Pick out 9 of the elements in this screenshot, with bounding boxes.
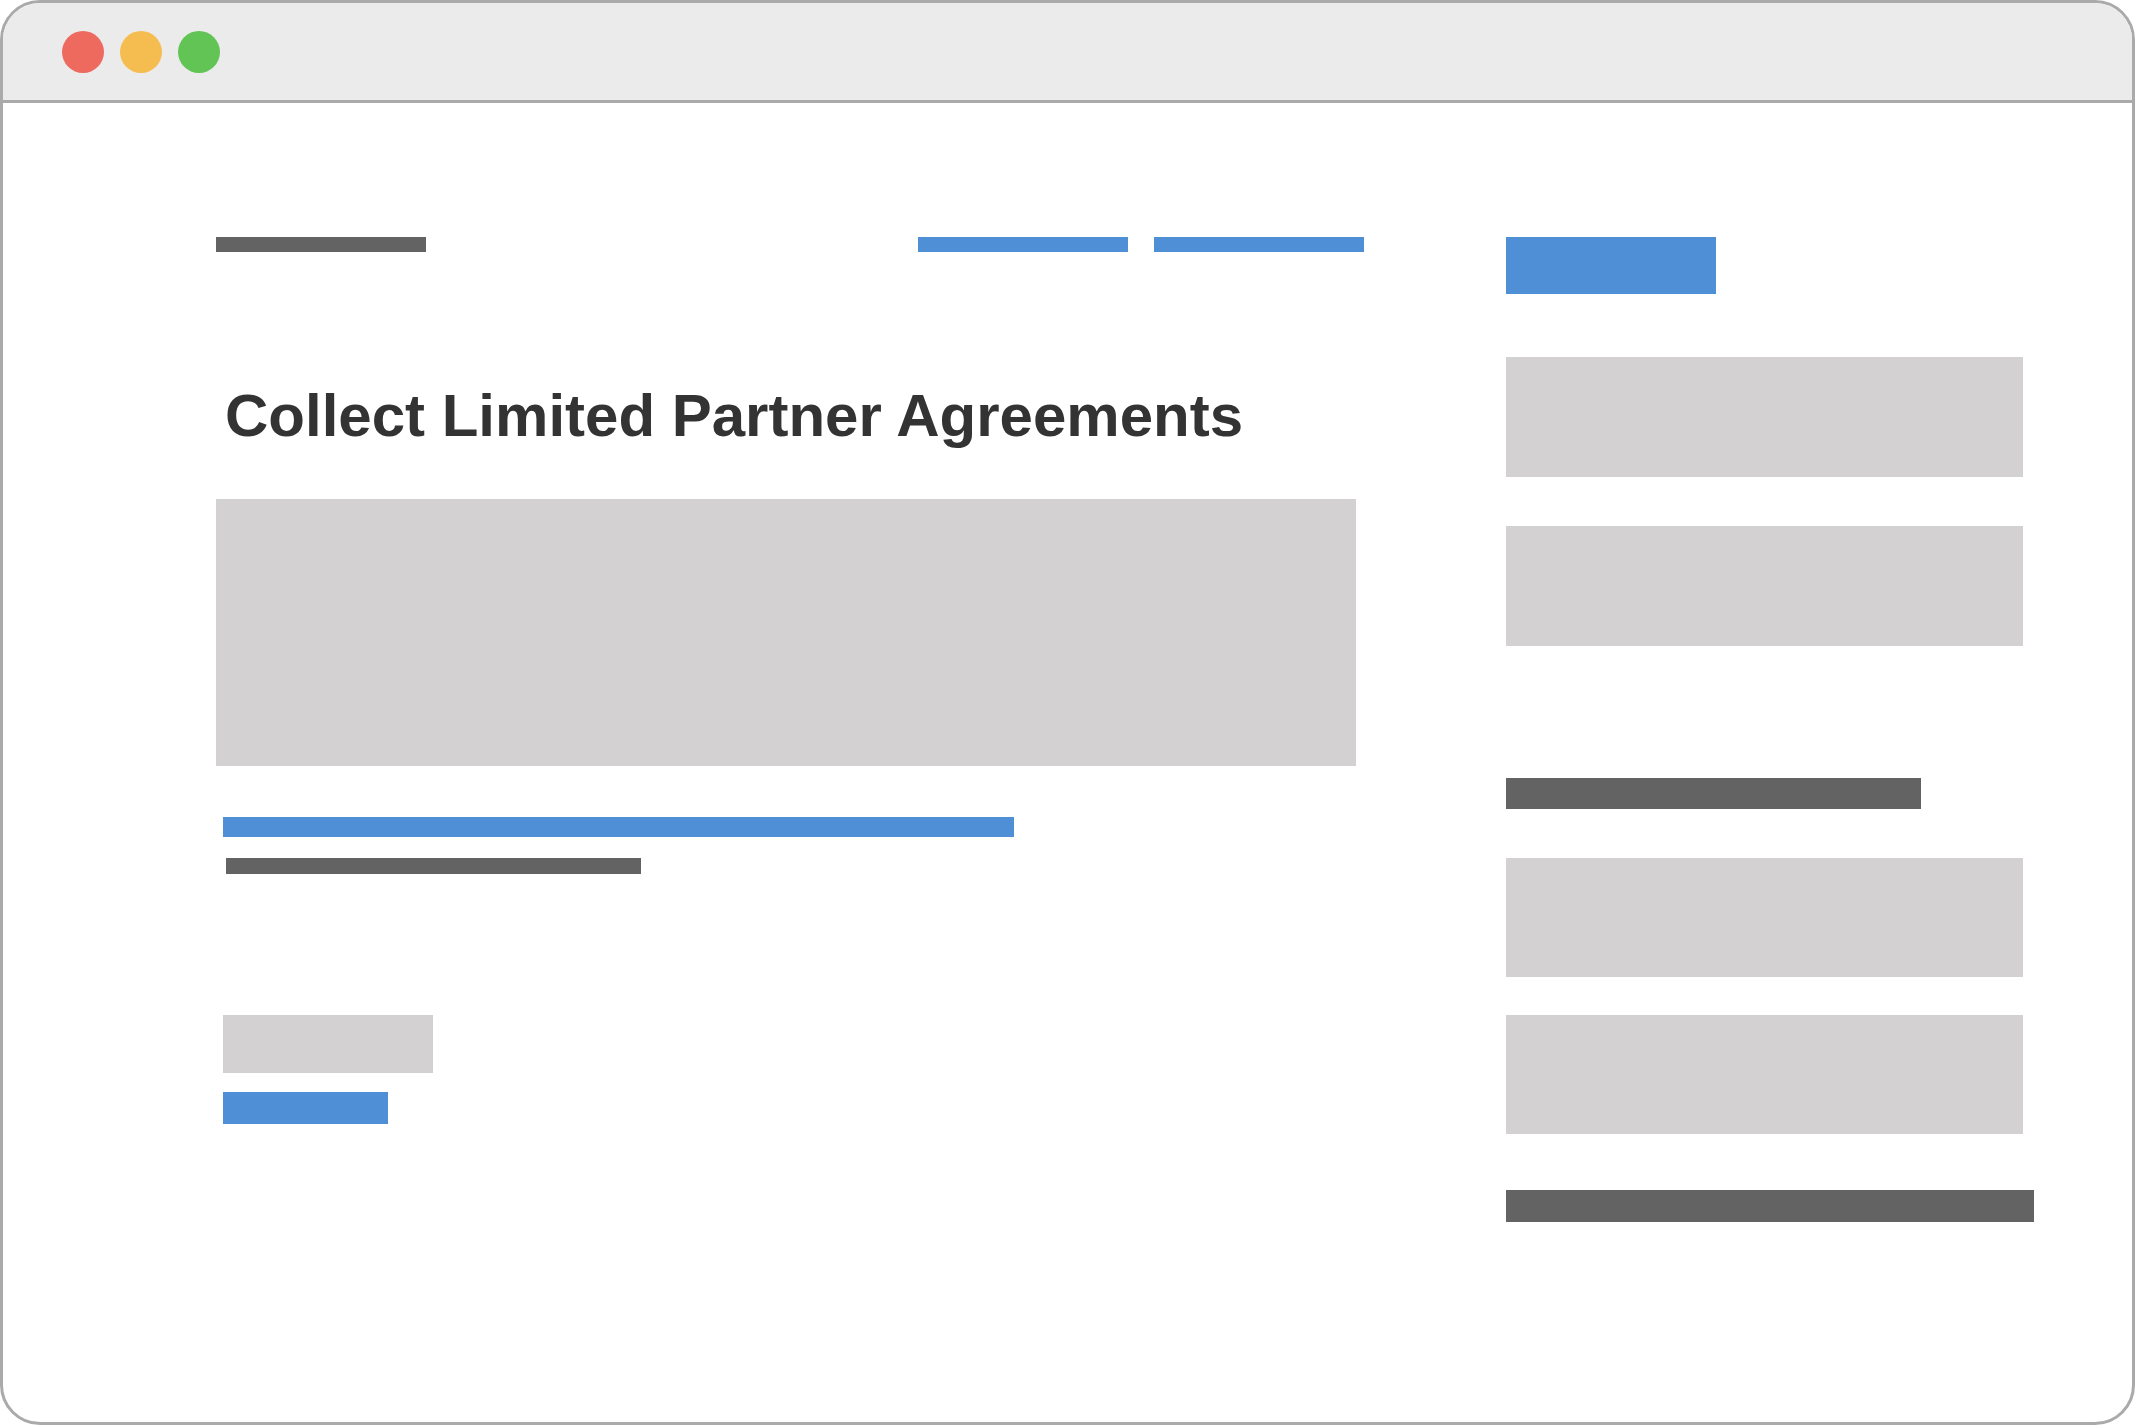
link-placeholder[interactable] xyxy=(1154,237,1364,252)
minimize-button[interactable] xyxy=(120,30,162,73)
zoom-button[interactable] xyxy=(178,30,220,73)
page-heading: Collect Limited Partner Agreements xyxy=(225,381,1245,451)
link-placeholder[interactable] xyxy=(918,237,1128,252)
link-placeholder[interactable] xyxy=(223,1092,388,1124)
link-placeholder[interactable] xyxy=(1506,237,1716,294)
link-placeholder[interactable] xyxy=(223,817,1014,837)
close-button[interactable] xyxy=(62,30,104,73)
